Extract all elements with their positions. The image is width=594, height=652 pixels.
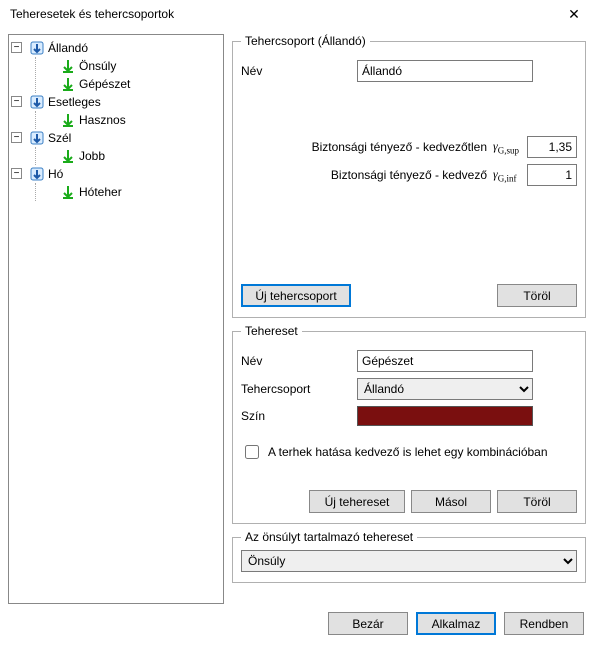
arrow-down-load-icon	[60, 76, 76, 92]
tree-group[interactable]: − Állandó Önsúly Gépészet	[11, 39, 221, 93]
copy-case-button[interactable]: Másol	[411, 490, 491, 513]
arrow-down-group-icon	[29, 40, 45, 56]
apply-button[interactable]: Alkalmaz	[416, 612, 496, 635]
favorable-checkbox[interactable]	[245, 445, 259, 459]
selfweight-select[interactable]: ÖnsúlyGépészetHasznosJobbHóteher	[241, 550, 577, 572]
selfweight-fieldset: Az önsúlyt tartalmazó tehereset ÖnsúlyGé…	[232, 530, 586, 583]
group-name-label: Név	[241, 64, 357, 78]
gamma-sup-symbol: γG,sup	[493, 139, 527, 155]
arrow-down-group-icon	[29, 166, 45, 182]
case-group-label: Tehercsoport	[241, 382, 357, 396]
tree-item[interactable]: Hasznos	[42, 111, 221, 129]
favorable-label: A terhek hatása kedvező is lehet egy kom…	[268, 445, 548, 459]
group-legend: Tehercsoport (Állandó)	[241, 34, 370, 48]
tree-item-label: Hóteher	[79, 185, 122, 199]
case-name-label: Név	[241, 354, 357, 368]
case-name-input[interactable]	[357, 350, 533, 372]
case-fieldset: Tehereset Név Tehercsoport ÁllandóEsetle…	[232, 324, 586, 524]
tree-group[interactable]: − Esetleges Hasznos	[11, 93, 221, 129]
expand-toggle[interactable]: −	[11, 132, 22, 143]
case-color-swatch[interactable]	[357, 406, 533, 426]
tree-item-label: Hasznos	[79, 113, 126, 127]
delete-case-button[interactable]: Töröl	[497, 490, 577, 513]
close-dialog-button[interactable]: Bezár	[328, 612, 408, 635]
tree-group-label: Esetleges	[48, 95, 101, 109]
tree-item[interactable]: Gépészet	[42, 75, 221, 93]
gamma-sup-input[interactable]	[527, 136, 577, 158]
delete-group-button[interactable]: Töröl	[497, 284, 577, 307]
selfweight-legend: Az önsúlyt tartalmazó tehereset	[241, 530, 417, 544]
titlebar: Teheresetek és tehercsoportok ✕	[0, 0, 594, 28]
group-fieldset: Tehercsoport (Állandó) Név Biztonsági té…	[232, 34, 586, 318]
arrow-down-load-icon	[60, 184, 76, 200]
tree-item-label: Jobb	[79, 149, 105, 163]
tree-item[interactable]: Jobb	[42, 147, 221, 165]
gamma-sup-label: Biztonsági tényező - kedvezőtlen	[241, 140, 493, 154]
window-title: Teheresetek és tehercsoportok	[10, 7, 554, 21]
expand-toggle[interactable]: −	[11, 168, 22, 179]
tree-group[interactable]: − Hó Hóteher	[11, 165, 221, 201]
tree-item-label: Önsúly	[79, 59, 116, 73]
tree-group-label: Szél	[48, 131, 71, 145]
tree-group-label: Állandó	[48, 41, 88, 55]
arrow-down-load-icon	[60, 112, 76, 128]
tree-item[interactable]: Önsúly	[42, 57, 221, 75]
case-group-select[interactable]: ÁllandóEsetlegesSzélHó	[357, 378, 533, 400]
group-name-input[interactable]	[357, 60, 533, 82]
gamma-inf-symbol: γG,inf	[493, 167, 527, 183]
tree-item[interactable]: Hóteher	[42, 183, 221, 201]
new-case-button[interactable]: Új tehereset	[309, 490, 405, 513]
tree-group-label: Hó	[48, 167, 63, 181]
new-group-button[interactable]: Új tehercsoport	[241, 284, 351, 307]
gamma-inf-label: Biztonsági tényező - kedvező	[241, 168, 493, 182]
arrow-down-group-icon	[29, 130, 45, 146]
case-legend: Tehereset	[241, 324, 302, 338]
arrow-down-load-icon	[60, 58, 76, 74]
dialog-footer: Bezár Alkalmaz Rendben	[0, 612, 594, 643]
tree-panel: −ÁllandóÖnsúlyGépészet−EsetlegesHasznos−…	[8, 34, 224, 604]
ok-button[interactable]: Rendben	[504, 612, 584, 635]
case-color-label: Szín	[241, 409, 357, 423]
tree-item-label: Gépészet	[79, 77, 130, 91]
expand-toggle[interactable]: −	[11, 42, 22, 53]
load-tree[interactable]: −ÁllandóÖnsúlyGépészet−EsetlegesHasznos−…	[11, 39, 221, 201]
gamma-inf-input[interactable]	[527, 164, 577, 186]
tree-group[interactable]: − Szél Jobb	[11, 129, 221, 165]
arrow-down-group-icon	[29, 94, 45, 110]
arrow-down-load-icon	[60, 148, 76, 164]
expand-toggle[interactable]: −	[11, 96, 22, 107]
close-button[interactable]: ✕	[554, 0, 594, 28]
